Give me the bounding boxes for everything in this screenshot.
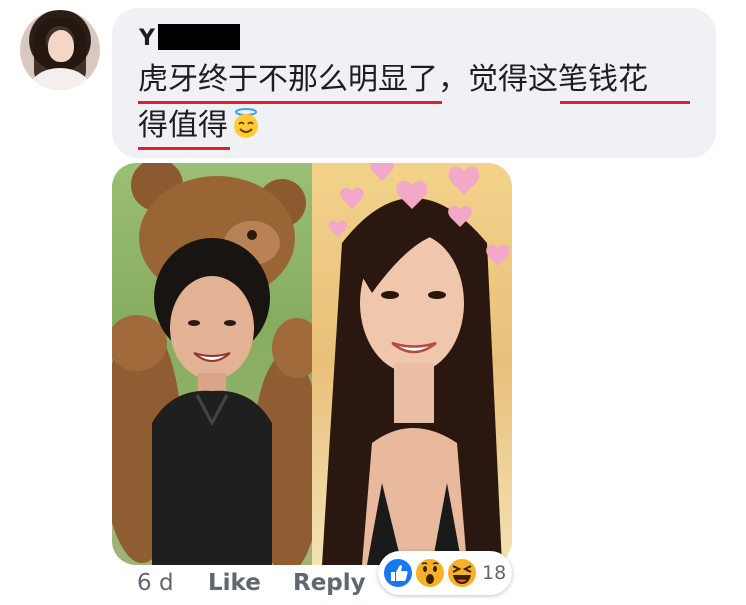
reaction-count: 18 bbox=[482, 562, 507, 584]
like-button[interactable]: Like bbox=[208, 568, 261, 598]
comment-text-line-1: 虎牙终于不那么明显了，觉得这笔钱花 bbox=[138, 60, 648, 100]
wow-reaction-icon bbox=[414, 557, 446, 589]
comment-text-segment-underlined-1: 虎牙终于不那么明显了 bbox=[138, 62, 438, 97]
haha-reaction-icon bbox=[446, 557, 478, 589]
like-reaction-icon bbox=[382, 557, 414, 589]
comment-author-name[interactable]: Y bbox=[139, 26, 155, 52]
red-underline-3 bbox=[138, 147, 230, 150]
commenter-avatar[interactable] bbox=[20, 10, 100, 90]
comment-text-segment-underlined-2: 这笔钱花 bbox=[528, 62, 648, 97]
photo-left-panel bbox=[112, 163, 322, 565]
photo-right-panel bbox=[312, 163, 512, 565]
comment-text-segment-underlined-3: 得值得 bbox=[138, 108, 228, 143]
red-underline-2 bbox=[560, 101, 690, 104]
avatar-face bbox=[48, 30, 74, 62]
comment-bubble: Y 虎牙终于不那么明显了，觉得这笔钱花 得值得 bbox=[112, 8, 716, 158]
angel-emoji-icon bbox=[230, 107, 262, 139]
comment-text-segment-plain: ，觉得 bbox=[438, 62, 528, 97]
reply-button[interactable]: Reply bbox=[293, 568, 366, 598]
comment-photo-attachment[interactable] bbox=[112, 163, 512, 565]
red-underline-1 bbox=[138, 101, 442, 104]
redaction-box bbox=[158, 24, 240, 50]
comment-text-line-2: 得值得 bbox=[138, 106, 262, 146]
comment-timestamp[interactable]: 6 d bbox=[137, 568, 174, 598]
reaction-summary[interactable]: 18 bbox=[378, 551, 512, 595]
